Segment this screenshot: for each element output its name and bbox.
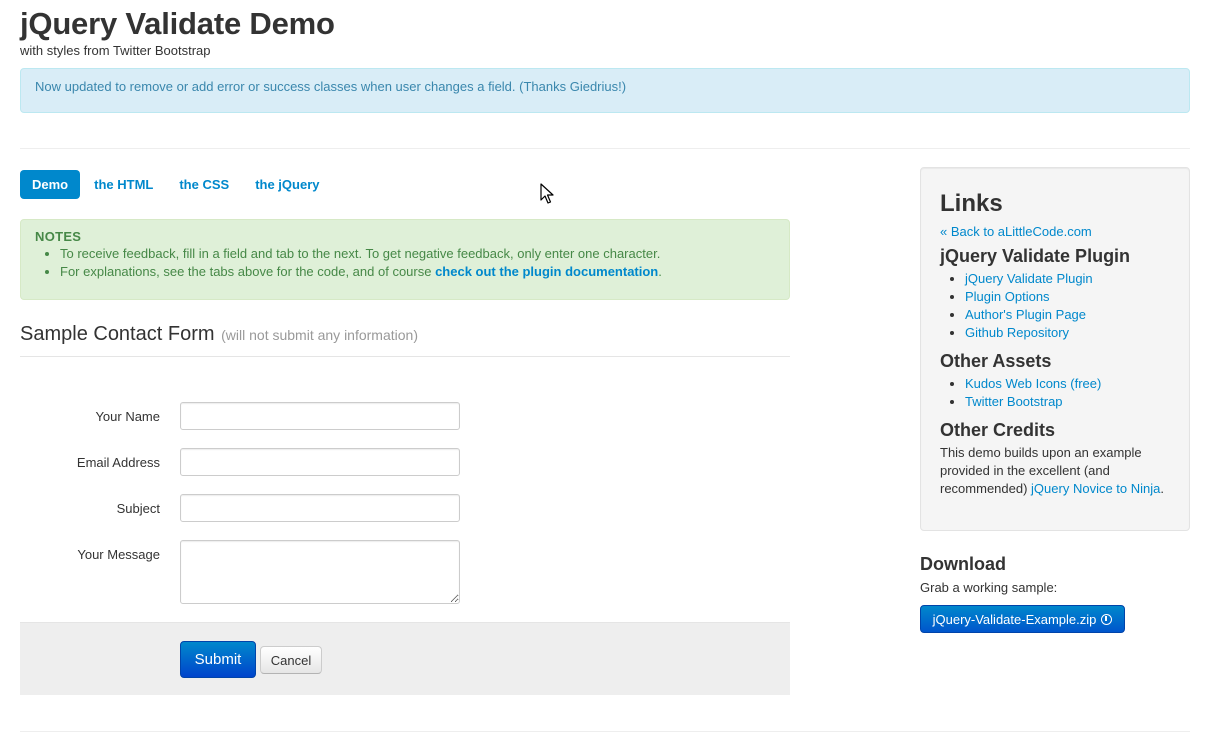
page-subtitle: with styles from Twitter Bootstrap xyxy=(20,43,211,58)
info-alert: Now updated to remove or add error or su… xyxy=(20,68,1190,113)
download-subtitle: Grab a working sample: xyxy=(920,580,1058,595)
list-item: Twitter Bootstrap xyxy=(965,393,1170,411)
download-button-label: jQuery-Validate-Example.zip xyxy=(932,611,1097,627)
author-plugin-page-link[interactable]: Author's Plugin Page xyxy=(965,307,1086,322)
divider xyxy=(20,148,1190,149)
subject-label: Subject xyxy=(116,501,160,516)
assets-heading: Other Assets xyxy=(940,351,1052,371)
form-subtitle: (will not submit any information) xyxy=(221,327,418,343)
notes-list: To receive feedback, fill in a field and… xyxy=(35,245,775,281)
download-zip-button[interactable]: jQuery-Validate-Example.zip xyxy=(920,605,1125,633)
notes-alert: NOTES To receive feedback, fill in a fie… xyxy=(20,219,790,300)
github-repository-link[interactable]: Github Repository xyxy=(965,325,1069,340)
notes-text: . xyxy=(658,264,662,279)
plugin-links-list: jQuery Validate Plugin Plugin Options Au… xyxy=(940,270,1170,342)
tab-demo[interactable]: Demo xyxy=(20,170,81,199)
plugin-heading: jQuery Validate Plugin xyxy=(940,246,1131,266)
tab-css[interactable]: the CSS xyxy=(167,170,241,199)
form-legend: Sample Contact Form (will not submit any… xyxy=(20,323,790,357)
cancel-button[interactable]: Cancel xyxy=(260,646,322,674)
back-to-site-link[interactable]: « Back to aLittleCode.com xyxy=(940,223,1170,241)
email-input[interactable] xyxy=(180,448,460,476)
notes-text: For explanations, see the tabs above for… xyxy=(60,264,436,279)
form-title: Sample Contact Form xyxy=(20,323,215,345)
download-heading: Download xyxy=(920,554,1006,574)
subject-input[interactable] xyxy=(180,494,460,522)
list-item: jQuery Validate Plugin xyxy=(965,270,1170,288)
notes-item: To receive feedback, fill in a field and… xyxy=(60,245,775,263)
notes-item: For explanations, see the tabs above for… xyxy=(60,263,775,281)
message-label: Your Message xyxy=(77,547,160,562)
list-item: Kudos Web Icons (free) xyxy=(965,375,1170,393)
list-item: Plugin Options xyxy=(965,288,1170,306)
credits-suffix: . xyxy=(1160,481,1164,496)
sidebar-links-panel: Links « Back to aLittleCode.com jQuery V… xyxy=(920,167,1190,531)
tab-bar: Demo the HTML the CSS the jQuery xyxy=(20,170,333,199)
kudos-icons-link[interactable]: Kudos Web Icons (free) xyxy=(965,376,1101,391)
download-circle-icon xyxy=(1101,613,1113,625)
plugin-link[interactable]: jQuery Validate Plugin xyxy=(965,271,1093,286)
tab-jquery[interactable]: the jQuery xyxy=(243,170,331,199)
name-label: Your Name xyxy=(95,409,160,424)
credits-text: This demo builds upon an example provide… xyxy=(940,444,1170,498)
plugin-options-link[interactable]: Plugin Options xyxy=(965,289,1050,304)
notes-title: NOTES xyxy=(35,229,82,244)
twitter-bootstrap-link[interactable]: Twitter Bootstrap xyxy=(965,394,1063,409)
links-heading: Links xyxy=(940,190,1003,217)
form-actions: Submit Cancel xyxy=(20,622,790,695)
mouse-cursor-icon xyxy=(540,183,554,204)
divider xyxy=(20,731,1190,732)
novice-to-ninja-link[interactable]: jQuery Novice to Ninja xyxy=(1031,481,1160,496)
tab-html[interactable]: the HTML xyxy=(82,170,165,199)
assets-links-list: Kudos Web Icons (free) Twitter Bootstrap xyxy=(940,375,1170,411)
list-item: Github Repository xyxy=(965,324,1170,342)
plugin-docs-link[interactable]: check out the plugin documentation xyxy=(435,264,658,279)
page-title: jQuery Validate Demo xyxy=(20,6,335,41)
email-label: Email Address xyxy=(76,455,160,470)
credits-heading: Other Credits xyxy=(940,420,1056,440)
name-input[interactable] xyxy=(180,402,460,430)
list-item: Author's Plugin Page xyxy=(965,306,1170,324)
submit-button[interactable]: Submit xyxy=(180,641,256,678)
message-textarea[interactable] xyxy=(180,540,460,604)
